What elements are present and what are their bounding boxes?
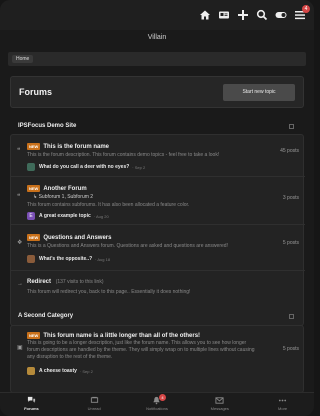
question-icon: ❖: [17, 240, 23, 246]
menu-icon[interactable]: 4: [294, 5, 310, 21]
forum-description: This is the forum description. This foru…: [27, 152, 220, 158]
forum-name[interactable]: NEW Questions and Answers: [27, 234, 111, 241]
subforum-links[interactable]: ↳ Subforum 1, Subforum 2: [33, 194, 93, 200]
top-icons: 4: [199, 5, 310, 21]
category-collapse-toggle[interactable]: [289, 124, 294, 129]
search-icon[interactable]: [256, 9, 268, 21]
forum-name[interactable]: Redirect (137 visits to this link): [27, 279, 103, 285]
plus-icon[interactable]: [237, 9, 249, 21]
top-bar: 4: [0, 0, 314, 30]
start-new-topic-button[interactable]: Start new topic: [223, 84, 295, 101]
layers-icon: [90, 396, 98, 403]
category-panel: ▣ NEW This forum name is a little longer …: [10, 325, 304, 393]
forum-name[interactable]: NEW Another Forum: [27, 185, 87, 192]
new-badge: NEW: [27, 185, 41, 192]
forum-lock-icon: ▣: [17, 345, 23, 351]
new-badge: NEW: [27, 143, 41, 150]
forum-name[interactable]: NEW This forum name is a little longer th…: [27, 332, 200, 339]
avatar[interactable]: [27, 255, 35, 263]
redirect-icon: →: [17, 281, 23, 287]
nav-notifications[interactable]: 4 Notifications: [126, 393, 189, 416]
avatar[interactable]: E: [27, 212, 35, 220]
last-post-title[interactable]: What do you call a deer with no eyes?: [39, 164, 129, 170]
last-post[interactable]: E A great example topic · Aug 20: [27, 212, 109, 220]
site-title[interactable]: Villain: [0, 34, 314, 41]
notifications-badge: 4: [158, 394, 166, 401]
last-post-title[interactable]: What's the opposite..?: [39, 256, 92, 262]
category-title[interactable]: A Second Category: [18, 313, 73, 319]
avatar[interactable]: [27, 367, 35, 375]
forum-row[interactable]: ❝ NEW This is the forum name This is the …: [11, 135, 305, 177]
breadcrumb-home[interactable]: Home: [12, 55, 34, 63]
category-collapse-toggle[interactable]: [289, 314, 294, 319]
last-post-title[interactable]: A cheese toasty: [39, 368, 77, 374]
more-dots-icon: [278, 399, 287, 402]
forum-description: This forum will redirect you, back to th…: [27, 289, 191, 295]
last-post[interactable]: A cheese toasty · Sep 2: [27, 367, 93, 375]
home-icon[interactable]: [199, 9, 211, 21]
nav-forums[interactable]: Forums: [0, 393, 63, 416]
forum-row[interactable]: ▣ NEW This forum name is a little longer …: [11, 326, 305, 394]
post-count: 5 posts: [282, 346, 299, 352]
forum-row[interactable]: ❖ NEW Questions and Answers This is a Que…: [11, 225, 305, 271]
last-post-date: · Sep 2: [132, 164, 146, 170]
forum-name[interactable]: NEW This is the forum name: [27, 143, 109, 150]
bottom-nav: Forums Unread 4 Notifications Messages M…: [0, 392, 314, 416]
menu-alert-badge: 4: [302, 5, 310, 13]
redirect-note: (137 visits to this link): [55, 279, 104, 285]
last-post[interactable]: What do you call a deer with no eyes? · …: [27, 163, 145, 171]
nav-messages[interactable]: Messages: [188, 393, 251, 416]
nav-more[interactable]: More: [251, 393, 314, 416]
envelope-icon: [215, 397, 224, 404]
category-title[interactable]: IPSFocus Demo Site: [18, 123, 76, 129]
post-count: 5 posts: [282, 240, 299, 246]
post-count: 45 posts: [280, 148, 299, 154]
forum-row[interactable]: ❝ NEW Another Forum ↳ Subforum 1, Subforu…: [11, 177, 305, 225]
breadcrumb: Home: [8, 52, 306, 66]
last-post-date: · Sep 2: [79, 368, 93, 374]
last-post[interactable]: What's the opposite..? · Aug 18: [27, 255, 110, 263]
toggle-icon[interactable]: [275, 9, 287, 21]
nav-unread[interactable]: Unread: [63, 393, 126, 416]
avatar[interactable]: [27, 163, 35, 171]
id-card-icon[interactable]: [218, 9, 230, 21]
forum-description: This is a Questions and Answers forum. Q…: [27, 243, 228, 249]
new-badge: NEW: [27, 332, 41, 339]
last-post-title[interactable]: A great example topic: [39, 213, 91, 219]
last-post-date: · Aug 20: [93, 213, 109, 219]
forum-description: This is going to be a longer description…: [27, 340, 255, 360]
forum-icon: ❝: [17, 194, 21, 200]
chat-bubbles-icon: [27, 396, 35, 403]
app-frame: 4 Villain Home Forums Start new topic IP…: [0, 0, 314, 416]
last-post-date: · Aug 18: [95, 256, 111, 262]
category-panel: ❝ NEW This is the forum name This is the …: [10, 134, 305, 326]
forum-description: This forum contains subforums. It has al…: [27, 202, 190, 208]
new-badge: NEW: [27, 234, 41, 241]
page-title: Forums: [19, 87, 53, 97]
post-count: 3 posts: [282, 195, 299, 201]
forums-header: Forums Start new topic: [10, 76, 304, 108]
forum-icon: ❝: [17, 148, 21, 154]
